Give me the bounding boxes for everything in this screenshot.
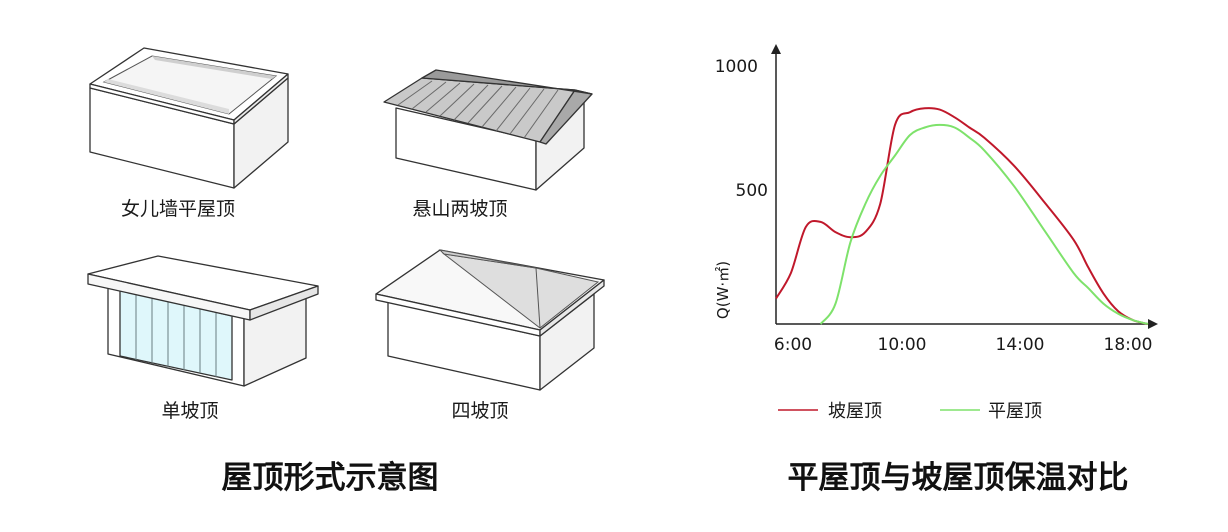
x-tick-label: 18:00 bbox=[1104, 335, 1153, 355]
roof-label-overhanging-gable: 悬山两坡顶 bbox=[412, 198, 507, 220]
legend-label-slope-roof: 坡屋顶 bbox=[828, 401, 882, 422]
figure-canvas: 女儿墙平屋顶 悬山两坡顶 单坡顶 四坡顶 屋顶形式示意图 1000 500 6:… bbox=[87, 44, 1158, 496]
legend-label-flat-roof: 平屋顶 bbox=[988, 401, 1042, 422]
y-tick-label: 1000 bbox=[715, 57, 758, 77]
roof-label-single-slope: 单坡顶 bbox=[161, 400, 218, 422]
y-tick-label: 500 bbox=[736, 181, 768, 201]
parapet-flat-roof-illustration bbox=[89, 47, 289, 189]
hip-roof-illustration bbox=[375, 249, 605, 391]
heat-comparison-chart: 1000 500 6:00 10:00 14:00 18:00 Q(W·㎡) bbox=[714, 44, 1158, 355]
roof-label-hip: 四坡顶 bbox=[451, 400, 508, 422]
left-panel-title: 屋顶形式示意图 bbox=[222, 460, 439, 496]
chart-legend: 坡屋顶 平屋顶 bbox=[778, 401, 1042, 422]
x-axis-arrow bbox=[1148, 319, 1158, 329]
x-tick-label: 10:00 bbox=[878, 335, 927, 355]
y-axis-label: Q(W·㎡) bbox=[714, 261, 732, 319]
single-slope-roof-illustration bbox=[87, 255, 319, 387]
roof-label-parapet-flat: 女儿墙平屋顶 bbox=[121, 198, 235, 220]
x-tick-label: 14:00 bbox=[996, 335, 1045, 355]
overhanging-gable-roof-illustration bbox=[383, 69, 593, 191]
y-axis-arrow bbox=[771, 44, 781, 54]
x-tick-label: 6:00 bbox=[774, 335, 812, 355]
series-line-flat-roof bbox=[819, 123, 1149, 325]
right-panel-title: 平屋顶与坡屋顶保温对比 bbox=[788, 460, 1129, 496]
